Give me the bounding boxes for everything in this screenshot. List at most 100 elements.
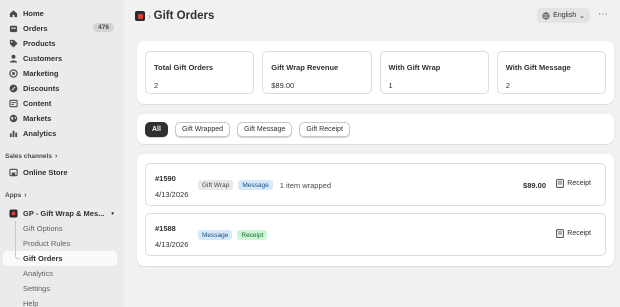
- globe-icon: [9, 114, 18, 123]
- sidebar-item-marketing[interactable]: Marketing: [3, 66, 120, 81]
- stats-card: Total Gift Orders 2 Gift Wrap Revenue $8…: [137, 41, 614, 104]
- receipt-button[interactable]: Receipt: [556, 179, 591, 188]
- target-icon: [9, 69, 18, 78]
- filter-all-button[interactable]: All: [145, 121, 168, 137]
- sidebar-sub-label: Gift Options: [23, 224, 63, 233]
- breadcrumb-chevron-icon: ›: [148, 11, 151, 21]
- receipt-label: Receipt: [567, 180, 591, 187]
- language-label: English: [553, 12, 577, 19]
- stat-total-gift-orders: Total Gift Orders 2: [145, 51, 255, 94]
- sidebar-item-label: Online Store: [23, 168, 68, 177]
- message-badge: Message: [198, 230, 233, 240]
- more-actions-button[interactable]: ⋯: [598, 9, 609, 20]
- sidebar-item-discounts[interactable]: Discounts: [3, 81, 120, 96]
- sidebar-item-label: Products: [23, 39, 56, 48]
- title-bar: › Gift Orders English ⌄ ⋯: [135, 8, 614, 24]
- order-row[interactable]: #1590 4/13/2026 Gift Wrap Message 1 item…: [145, 163, 606, 206]
- apps-heading[interactable]: Apps ›: [0, 188, 124, 202]
- order-row[interactable]: #1588 4/13/2026 Message Receipt Receipt: [145, 213, 606, 256]
- gift-wrap-badge: Gift Wrap: [198, 180, 234, 190]
- store-icon: [9, 168, 18, 177]
- discount-icon: [9, 84, 18, 93]
- sidebar-item-label: Home: [23, 9, 44, 18]
- sidebar-item-label: Customers: [23, 54, 63, 63]
- sales-channels-label: Sales channels: [5, 152, 52, 160]
- sidebar-item-label: Analytics: [23, 129, 57, 138]
- tree-line: [15, 236, 16, 251]
- order-number[interactable]: #1590: [155, 174, 176, 183]
- stat-gift-wrap-revenue: Gift Wrap Revenue $89.00: [262, 51, 372, 94]
- sidebar-sub-label: Settings: [23, 284, 51, 293]
- sidebar-item-markets[interactable]: Markets: [3, 111, 120, 126]
- stat-value: $89.00: [271, 81, 295, 90]
- content-icon: [9, 99, 18, 108]
- sidebar-item-content[interactable]: Content: [3, 96, 120, 111]
- sidebar-item-online-store[interactable]: Online Store: [3, 165, 120, 180]
- chevron-right-icon: ›: [24, 191, 27, 199]
- tree-line: [15, 251, 20, 259]
- sidebar-sub-label: Analytics: [23, 269, 54, 278]
- globe-icon: [542, 11, 550, 20]
- order-date: 4/13/2026: [155, 190, 189, 199]
- filter-gift-receipt-button[interactable]: Gift Receipt: [299, 121, 350, 137]
- receipt-icon: [556, 229, 565, 238]
- stat-value: 1: [388, 81, 393, 90]
- sidebar-item-orders[interactable]: Orders 476: [3, 21, 120, 36]
- orders-count-badge: 476: [93, 23, 114, 32]
- language-selector[interactable]: English ⌄: [537, 8, 590, 23]
- filter-gift-message-button[interactable]: Gift Message: [237, 121, 293, 137]
- sidebar-item-gift-app[interactable]: GP - Gift Wrap & Mes... •: [3, 206, 120, 221]
- sidebar-sub-label: Product Rules: [23, 239, 71, 248]
- apps-label: Apps: [5, 191, 22, 199]
- sidebar-item-label: Marketing: [23, 69, 59, 78]
- stat-with-gift-wrap: With Gift Wrap 1: [379, 51, 489, 94]
- sidebar-sub-analytics[interactable]: Analytics: [3, 266, 117, 281]
- filter-bar: All Gift Wrapped Gift Message Gift Recei…: [137, 114, 614, 144]
- main-content: › Gift Orders English ⌄ ⋯ Total Gift Ord…: [124, 0, 620, 307]
- sidebar-item-customers[interactable]: Customers: [3, 51, 120, 66]
- home-icon: [9, 9, 18, 18]
- sidebar-item-label: Markets: [23, 114, 52, 123]
- receipt-label: Receipt: [567, 230, 591, 237]
- sidebar-sub-product-rules[interactable]: Product Rules: [3, 236, 117, 251]
- sidebar-item-label: Orders: [23, 24, 48, 33]
- tag-icon: [9, 39, 18, 48]
- order-amount: $89.00: [523, 181, 546, 190]
- order-date: 4/13/2026: [155, 240, 189, 249]
- order-tags: Gift Wrap Message 1 item wrapped: [198, 180, 331, 190]
- chevron-down-icon: ⌄: [579, 12, 585, 20]
- sidebar-item-label: Content: [23, 99, 52, 108]
- app-logo-icon: [135, 11, 145, 21]
- sidebar-sub-settings[interactable]: Settings: [3, 281, 117, 296]
- person-icon: [9, 54, 18, 63]
- app-options-icon[interactable]: •: [111, 209, 114, 218]
- tree-line: [15, 221, 16, 236]
- stat-label: Total Gift Orders: [154, 63, 214, 72]
- stat-value: 2: [505, 81, 510, 90]
- receipt-button[interactable]: Receipt: [556, 229, 591, 238]
- wrapped-count-text: 1 item wrapped: [279, 180, 331, 190]
- orders-icon: [9, 24, 18, 33]
- sidebar-item-products[interactable]: Products: [3, 36, 120, 51]
- sidebar: Home Orders 476 Products Customers Marke…: [0, 0, 124, 307]
- stat-label: With Gift Wrap: [388, 63, 441, 72]
- sidebar-sub-gift-options[interactable]: Gift Options: [3, 221, 117, 236]
- receipt-badge: Receipt: [237, 230, 268, 240]
- sales-channels-heading[interactable]: Sales channels ›: [0, 149, 124, 163]
- order-number[interactable]: #1588: [155, 224, 176, 233]
- sidebar-item-analytics[interactable]: Analytics: [3, 126, 120, 141]
- page-title: Gift Orders: [153, 10, 215, 22]
- sidebar-sub-gift-orders[interactable]: Gift Orders: [3, 251, 117, 266]
- sidebar-sub-help[interactable]: Help: [3, 296, 117, 307]
- message-badge: Message: [238, 180, 273, 190]
- chevron-right-icon: ›: [54, 152, 58, 160]
- sidebar-item-home[interactable]: Home: [3, 6, 120, 21]
- receipt-icon: [556, 179, 565, 188]
- stat-label: Gift Wrap Revenue: [271, 63, 339, 72]
- stat-label: With Gift Message: [505, 63, 571, 72]
- filter-gift-wrapped-button[interactable]: Gift Wrapped: [174, 121, 231, 137]
- sidebar-sub-label: Help: [23, 299, 39, 307]
- orders-list: #1590 4/13/2026 Gift Wrap Message 1 item…: [137, 154, 614, 266]
- app-logo-icon: [9, 209, 18, 218]
- order-tags: Message Receipt: [198, 230, 268, 240]
